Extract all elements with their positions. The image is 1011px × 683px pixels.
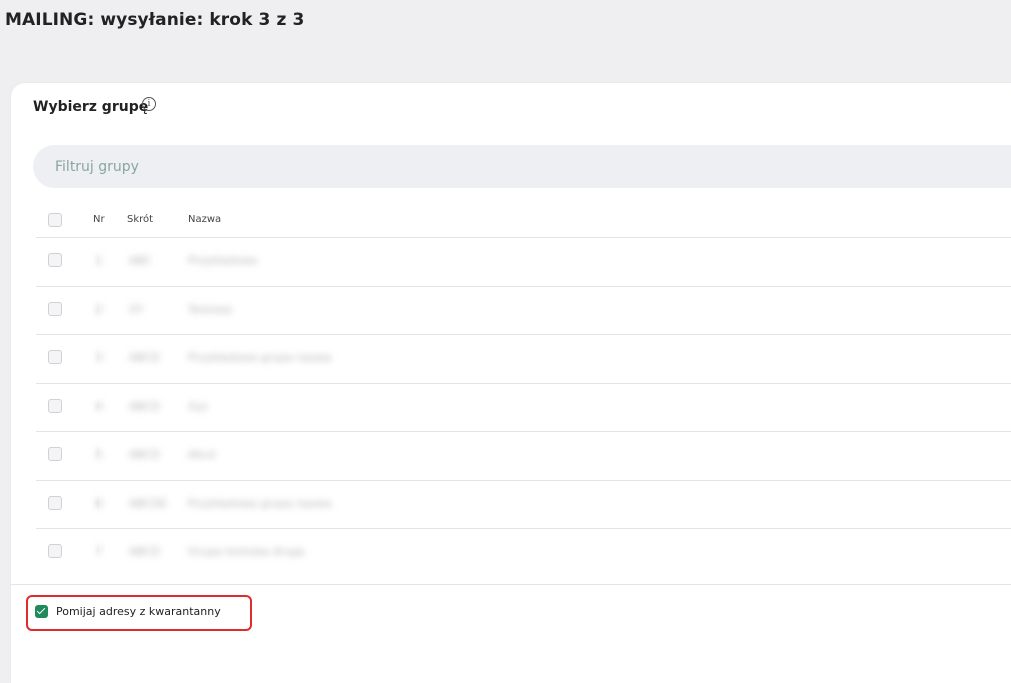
row-checkbox[interactable] [48, 447, 62, 461]
info-icon[interactable]: i [142, 97, 156, 111]
redaction-overlay [99, 335, 384, 383]
groups-table: Nr Skrót Nazwa 1 ABC Przykładowa 2 XY Te… [36, 199, 1011, 577]
redaction-overlay [99, 529, 384, 577]
table-row[interactable]: 3 ABCD Przykładowa grupa nazwa [36, 335, 1011, 384]
group-selection-card: Wybierz grupę i Nr Skrót Nazwa 1 ABC Prz… [11, 83, 1011, 683]
select-all-checkbox[interactable] [48, 213, 62, 227]
table-row[interactable]: 5 ABCD Abcd [36, 432, 1011, 481]
row-checkbox[interactable] [48, 544, 62, 558]
row-checkbox[interactable] [48, 495, 62, 510]
table-header: Nr Skrót Nazwa [36, 199, 1011, 238]
row-checkbox[interactable] [48, 253, 62, 267]
table-row[interactable]: 6 ABCDE Przykładowa grupa nazwa [36, 480, 1011, 529]
filter-groups-input[interactable] [33, 145, 1011, 188]
row-checkbox[interactable] [48, 301, 62, 316]
skip-quarantine-label[interactable]: Pomijaj adresy z kwarantanny [56, 605, 221, 618]
redaction-overlay [99, 432, 384, 480]
table-row[interactable]: 1 ABC Przykładowa [36, 238, 1011, 287]
table-row[interactable]: 4 ABCD Xyz [36, 383, 1011, 432]
column-header-skrot: Skrót [127, 214, 154, 225]
redaction-overlay [99, 480, 384, 528]
row-checkbox[interactable] [48, 398, 62, 413]
page-title: MAILING: wysyłanie: krok 3 z 3 [5, 10, 305, 30]
table-row[interactable]: 2 XY Testowa [36, 286, 1011, 335]
redaction-overlay [99, 286, 384, 334]
column-header-nr: Nr [93, 214, 105, 225]
skip-quarantine-checkbox[interactable] [35, 605, 48, 618]
redaction-overlay [99, 238, 384, 286]
table-row[interactable]: 7 ABCD Grupa testowa druga [36, 529, 1011, 577]
redaction-overlay [99, 383, 384, 431]
row-checkbox[interactable] [48, 350, 62, 364]
section-title: Wybierz grupę [33, 99, 149, 115]
column-header-nazwa: Nazwa [188, 214, 222, 225]
footer-divider [11, 584, 1011, 585]
